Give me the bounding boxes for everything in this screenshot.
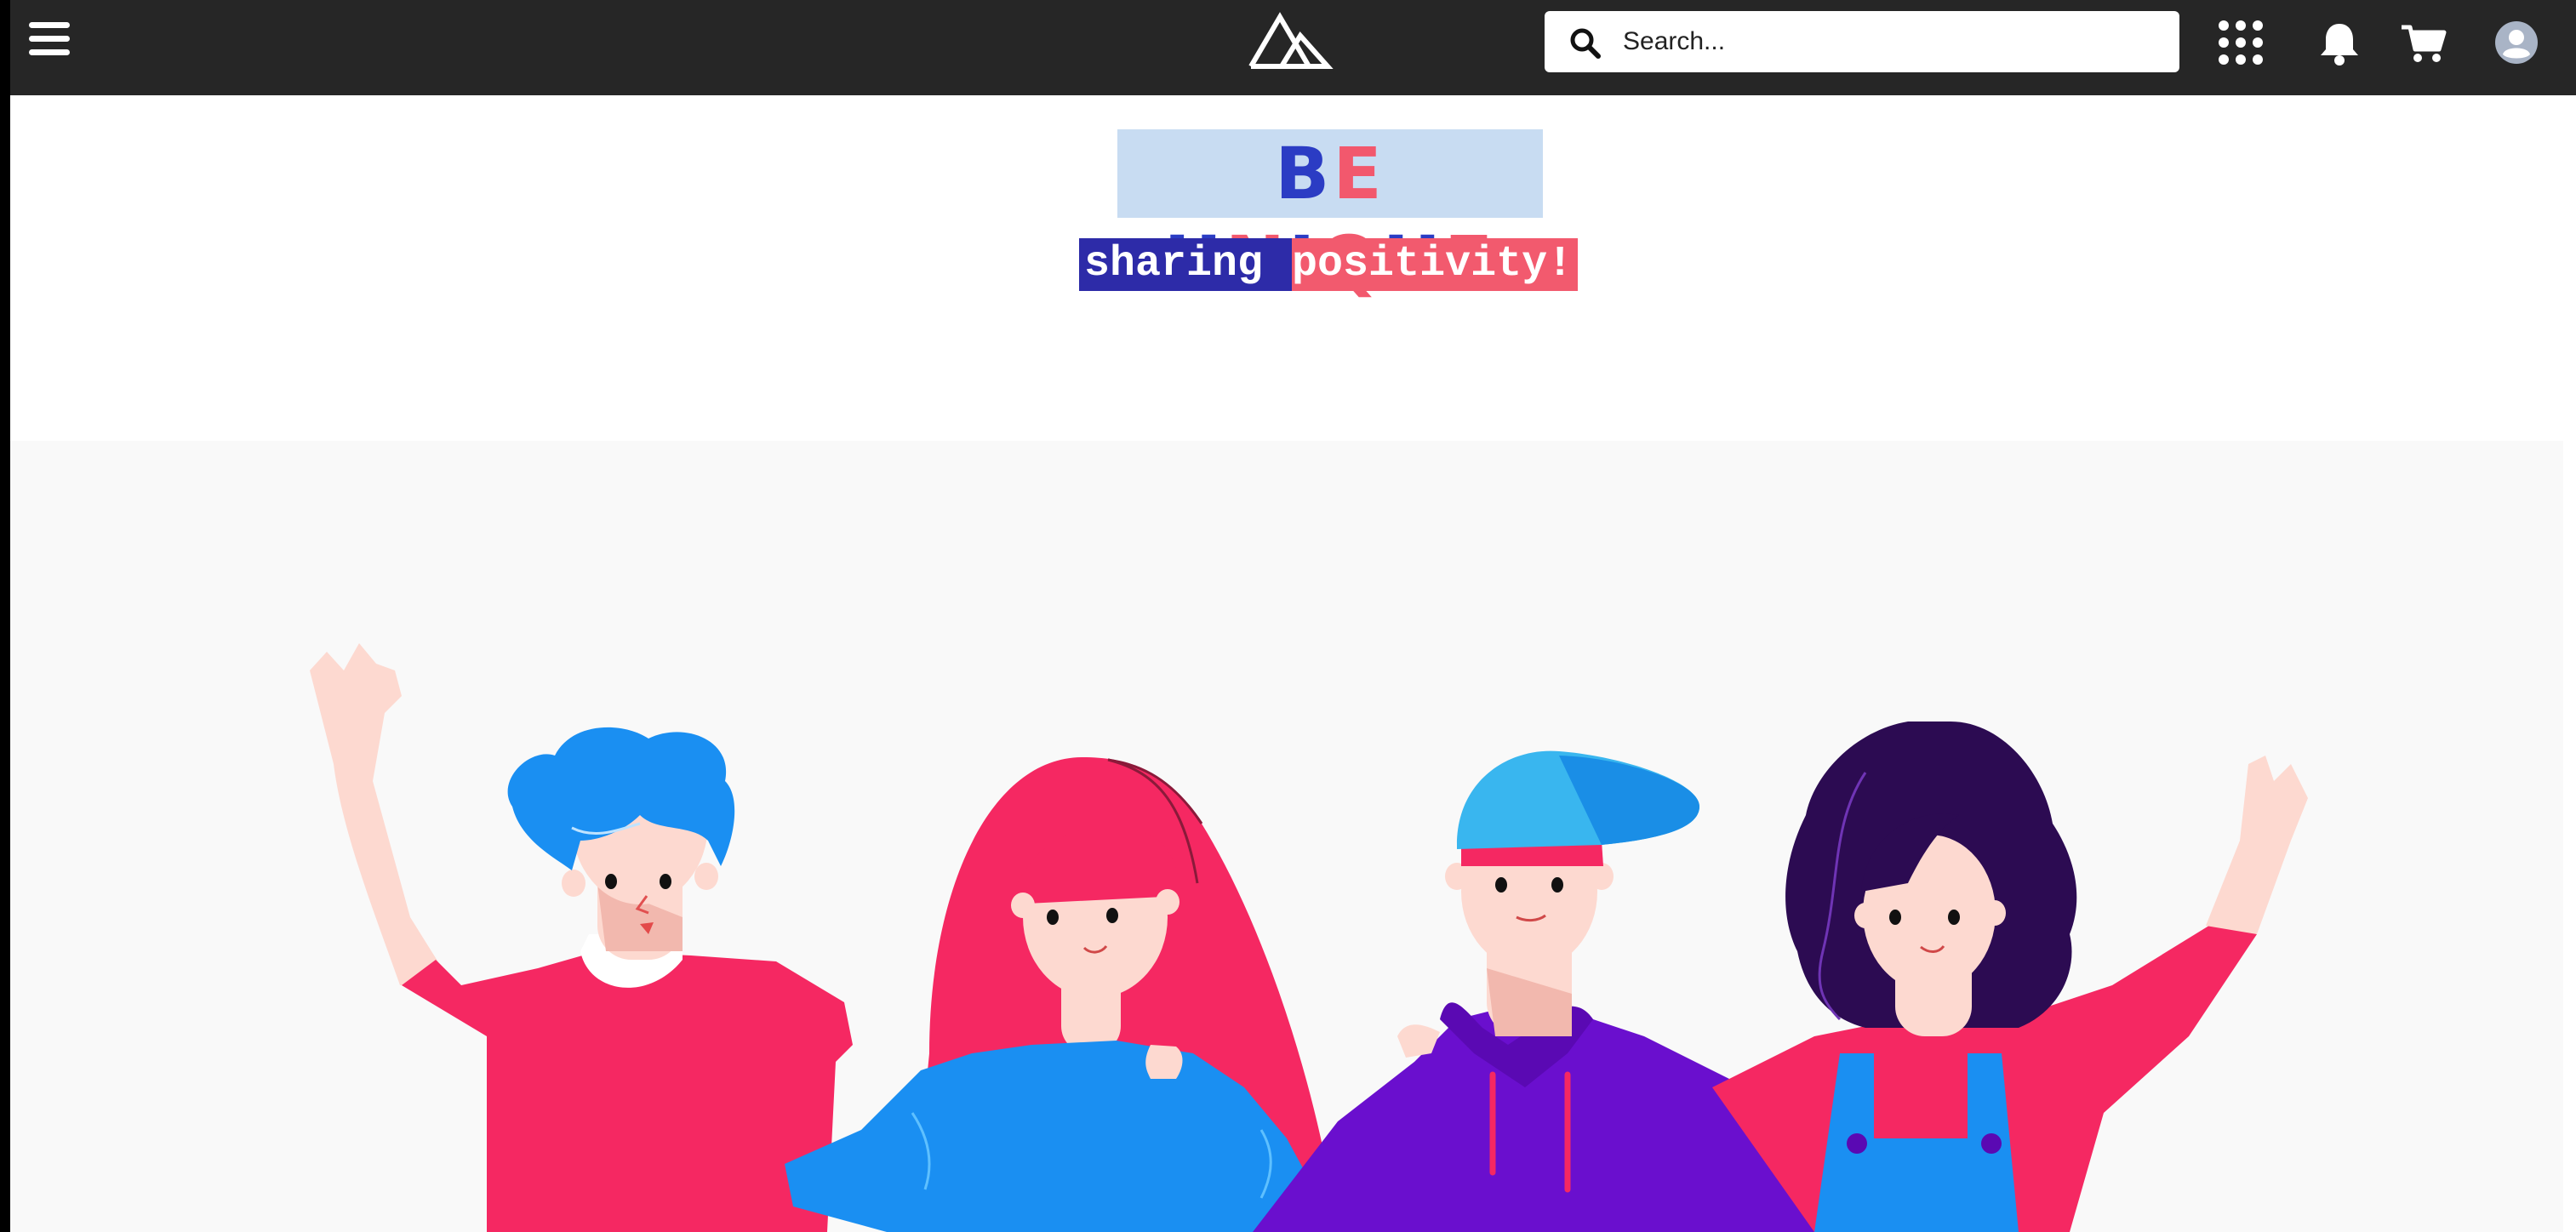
search-icon xyxy=(1570,28,1601,59)
apps-grid-icon[interactable] xyxy=(2215,17,2266,68)
friend-red-hair xyxy=(785,757,1338,1232)
friend-blue-hair xyxy=(310,643,853,1232)
headline-letter: B xyxy=(1275,132,1334,215)
be-unique-headline: BE UNIQUE xyxy=(1117,129,1543,304)
friend-curly-hair xyxy=(1712,722,2308,1232)
search-input[interactable] xyxy=(1623,21,2159,62)
bell-icon[interactable] xyxy=(2314,17,2365,68)
top-navigation-bar xyxy=(10,0,2576,95)
tagline-part-sharing: sharing xyxy=(1079,238,1293,291)
hamburger-menu-icon[interactable] xyxy=(29,22,73,60)
illustration-panel xyxy=(10,441,2563,1232)
four-friends-illustration xyxy=(310,643,2308,1232)
friend-cap xyxy=(1253,750,1831,1232)
page: BE UNIQUE sharing positivity! xyxy=(10,0,2576,1232)
cart-icon[interactable] xyxy=(2398,17,2449,68)
mountain-logo-icon[interactable] xyxy=(1246,12,1339,73)
headline-letter: E xyxy=(1333,132,1385,215)
user-avatar-icon[interactable] xyxy=(2491,17,2542,68)
tagline-part-positivity: positivity! xyxy=(1292,238,1579,291)
search-bar[interactable] xyxy=(1545,11,2179,72)
tagline: sharing positivity! xyxy=(1079,238,1579,291)
